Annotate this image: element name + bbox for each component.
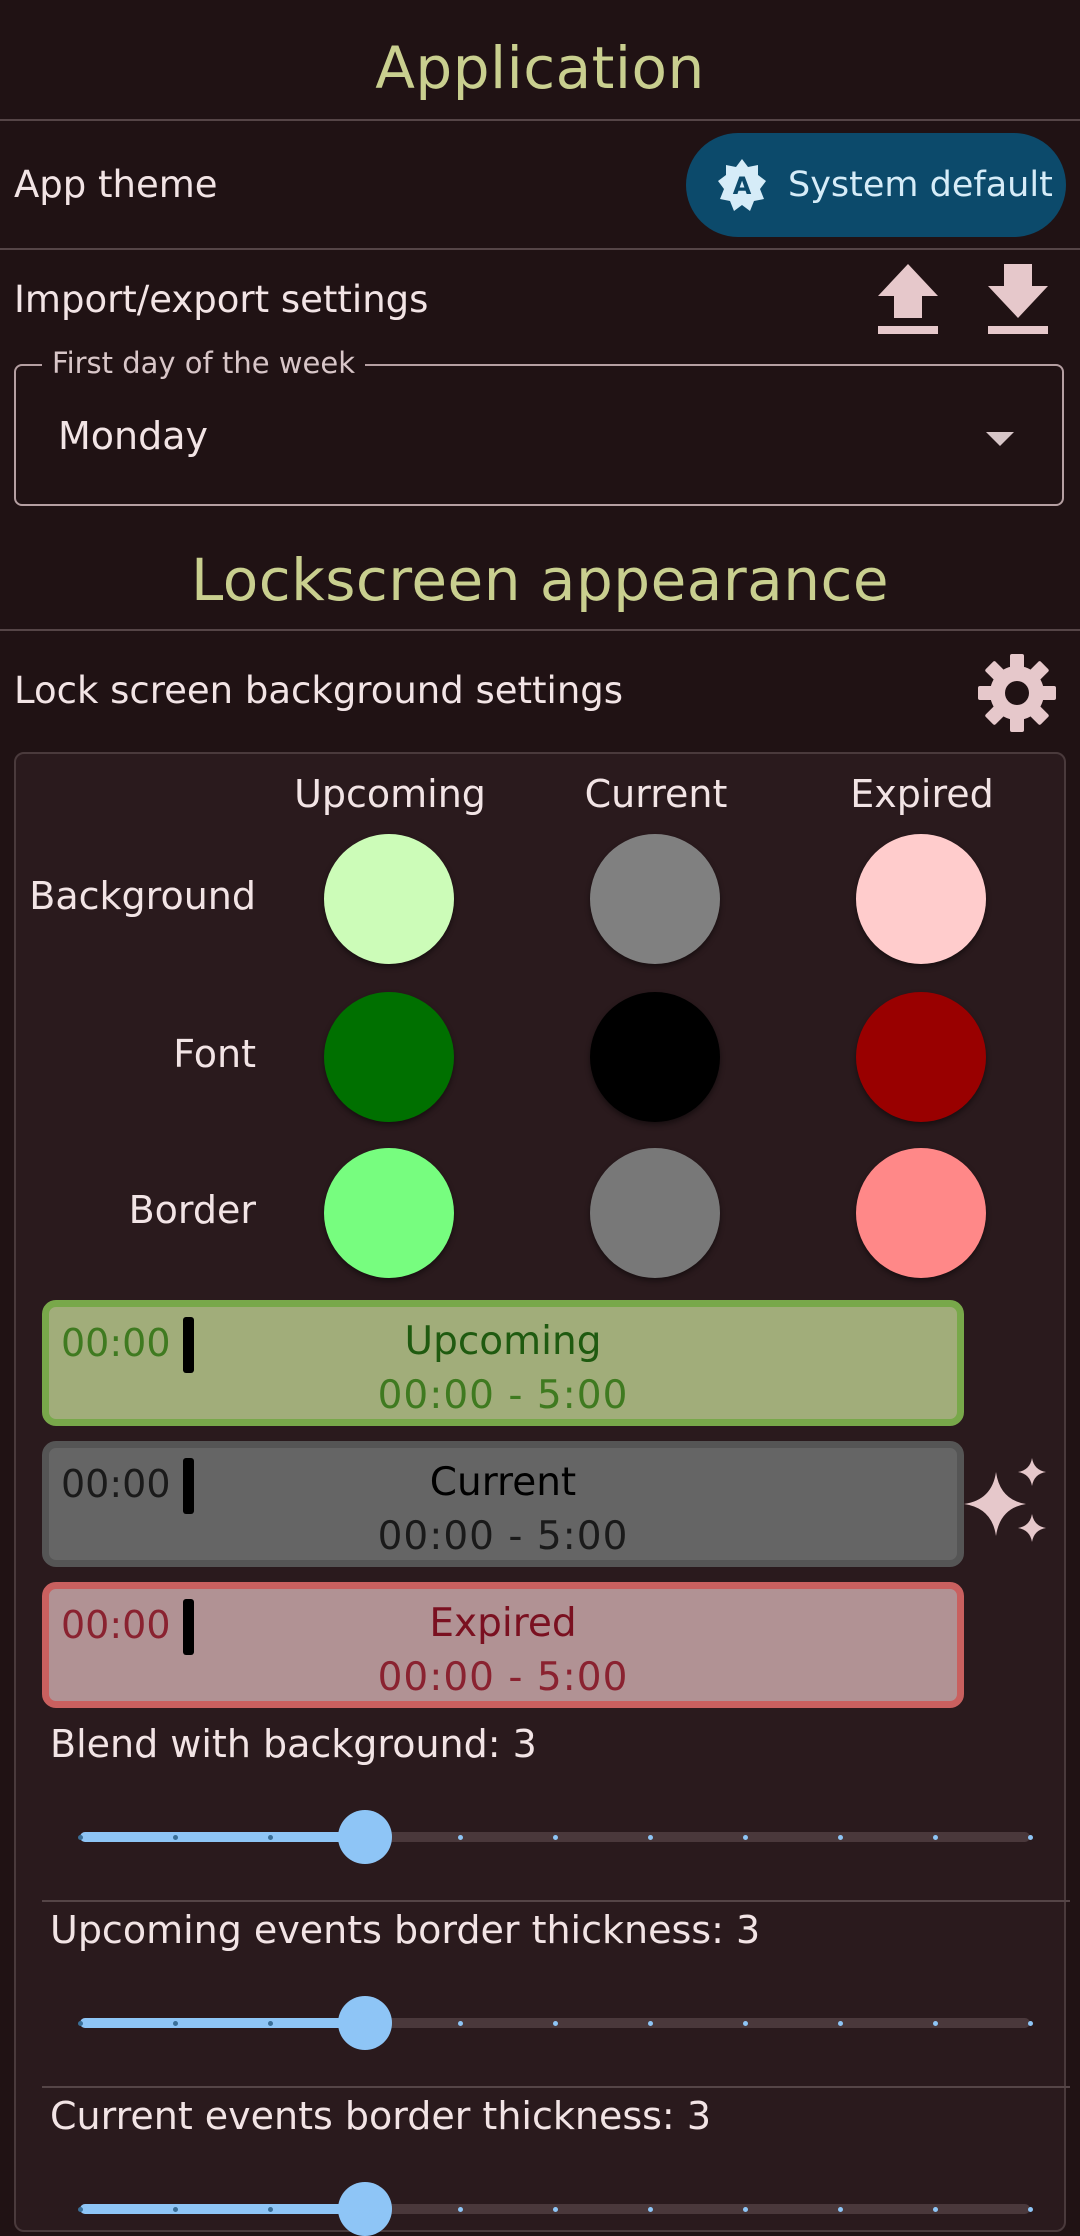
slider-tick bbox=[647, 2020, 653, 2026]
upload-icon[interactable] bbox=[874, 262, 942, 336]
event-title: Expired bbox=[429, 1601, 577, 1646]
divider bbox=[42, 2086, 1070, 2088]
event-range: 00:00 - 5:00 bbox=[377, 1514, 629, 1559]
slider-tick bbox=[932, 2020, 938, 2026]
slider-tick bbox=[267, 1834, 273, 1840]
gear-icon[interactable] bbox=[976, 652, 1058, 734]
swatch-background-current[interactable] bbox=[590, 834, 720, 964]
swatch-background-upcoming[interactable] bbox=[324, 834, 454, 964]
slider-tick bbox=[172, 1834, 178, 1840]
slider-active-fill bbox=[80, 1832, 365, 1842]
slider-tick bbox=[742, 1834, 748, 1840]
swatch-background-expired[interactable] bbox=[856, 834, 986, 964]
slider-thumb[interactable] bbox=[338, 1810, 392, 1864]
slider-tick bbox=[267, 2020, 273, 2026]
swatch-font-current[interactable] bbox=[590, 992, 720, 1122]
slider-tick bbox=[837, 1834, 843, 1840]
theme-value: System default bbox=[788, 165, 1053, 205]
swatch-border-expired[interactable] bbox=[856, 1148, 986, 1278]
first-day-dropdown[interactable]: First day of the week Monday bbox=[14, 346, 1064, 506]
import-export-label: Import/export settings bbox=[14, 278, 429, 321]
swatch-border-current[interactable] bbox=[590, 1148, 720, 1278]
theme-selector-button[interactable]: A System default bbox=[686, 133, 1066, 237]
slider-tick bbox=[647, 2206, 653, 2212]
application-section-title: Application bbox=[375, 34, 705, 102]
slider-tick bbox=[457, 1834, 463, 1840]
divider bbox=[0, 248, 1080, 250]
first-day-legend: First day of the week bbox=[42, 346, 365, 380]
slider-thumb[interactable] bbox=[338, 2182, 392, 2236]
row-label-font: Font bbox=[173, 1032, 256, 1076]
column-header-expired: Expired bbox=[850, 772, 994, 816]
slider-tick bbox=[932, 1834, 938, 1840]
event-title: Current bbox=[429, 1460, 577, 1505]
blend-slider-label: Blend with background: 3 bbox=[50, 1722, 537, 1766]
slider-tick bbox=[1027, 2020, 1033, 2026]
sparkle-icon[interactable] bbox=[960, 1456, 1054, 1550]
slider-tick bbox=[742, 2206, 748, 2212]
download-icon[interactable] bbox=[984, 262, 1052, 336]
row-label-border: Border bbox=[128, 1188, 256, 1232]
slider-tick bbox=[552, 2020, 558, 2026]
slider-active-fill bbox=[80, 2018, 365, 2028]
slider-tick bbox=[1027, 1834, 1033, 1840]
slider-tick bbox=[457, 2020, 463, 2026]
slider-tick bbox=[837, 2020, 843, 2026]
slider-tick bbox=[172, 2206, 178, 2212]
first-day-value: Monday bbox=[58, 414, 209, 458]
slider-tick bbox=[837, 2206, 843, 2212]
lock-bg-settings-label: Lock screen background settings bbox=[14, 669, 624, 712]
chevron-down-icon bbox=[986, 432, 1014, 446]
slider-tick bbox=[552, 1834, 558, 1840]
event-title: Upcoming bbox=[404, 1319, 602, 1364]
divider bbox=[0, 629, 1080, 631]
swatch-border-upcoming[interactable] bbox=[324, 1148, 454, 1278]
slider-tick bbox=[742, 2020, 748, 2026]
auto-theme-icon: A bbox=[714, 157, 770, 213]
slider-tick bbox=[552, 2206, 558, 2212]
current-border-slider-label: Current events border thickness: 3 bbox=[50, 2094, 711, 2138]
slider-active-fill bbox=[80, 2204, 365, 2214]
row-label-background: Background bbox=[29, 874, 256, 918]
blend-slider[interactable] bbox=[77, 1810, 1033, 1864]
lockscreen-colors-panel: Upcoming Current Expired Background Font… bbox=[14, 752, 1070, 2236]
slider-tick bbox=[77, 2020, 83, 2026]
event-preview-upcoming: 00:00 Upcoming 00:00 - 5:00 bbox=[42, 1300, 964, 1426]
event-range: 00:00 - 5:00 bbox=[377, 1373, 629, 1418]
slider-tick bbox=[1027, 2206, 1033, 2212]
upcoming-border-slider[interactable] bbox=[77, 1996, 1033, 2050]
slider-tick bbox=[77, 2206, 83, 2212]
slider-tick bbox=[77, 1834, 83, 1840]
slider-tick bbox=[267, 2206, 273, 2212]
divider bbox=[0, 119, 1080, 121]
slider-tick bbox=[172, 2020, 178, 2026]
app-theme-label: App theme bbox=[14, 163, 218, 206]
slider-tick bbox=[457, 2206, 463, 2212]
swatch-font-expired[interactable] bbox=[856, 992, 986, 1122]
event-range: 00:00 - 5:00 bbox=[377, 1655, 629, 1700]
column-header-current: Current bbox=[584, 772, 728, 816]
current-border-slider[interactable] bbox=[77, 2182, 1033, 2236]
divider bbox=[42, 1900, 1070, 1902]
slider-tick bbox=[647, 1834, 653, 1840]
column-header-upcoming: Upcoming bbox=[294, 772, 486, 816]
event-preview-current: 00:00 Current 00:00 - 5:00 bbox=[42, 1441, 964, 1567]
slider-thumb[interactable] bbox=[338, 1996, 392, 2050]
svg-text:A: A bbox=[733, 172, 752, 200]
event-preview-expired: 00:00 Expired 00:00 - 5:00 bbox=[42, 1582, 964, 1708]
lockscreen-section-title: Lockscreen appearance bbox=[190, 546, 890, 614]
upcoming-border-slider-label: Upcoming events border thickness: 3 bbox=[50, 1908, 761, 1952]
slider-tick bbox=[932, 2206, 938, 2212]
swatch-font-upcoming[interactable] bbox=[324, 992, 454, 1122]
